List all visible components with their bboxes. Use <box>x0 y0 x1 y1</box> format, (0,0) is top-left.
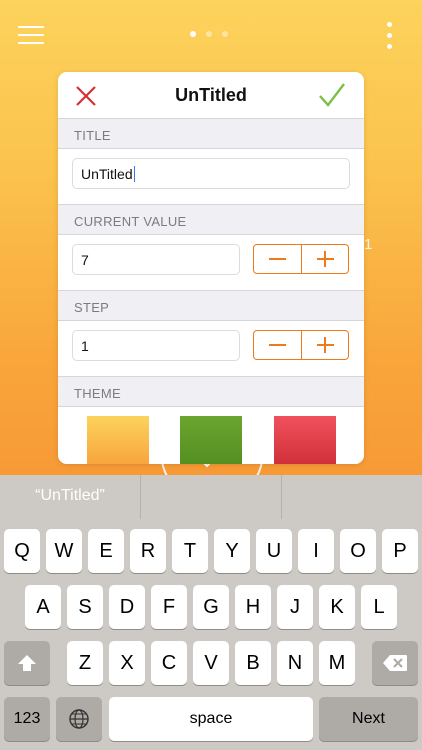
theme-section-label: THEME <box>58 376 364 407</box>
step-section-label: STEP <box>58 290 364 321</box>
suggestion-item[interactable]: “UnTitled” <box>0 487 140 505</box>
globe-icon <box>69 709 89 729</box>
title-input[interactable]: UnTitled <box>72 158 350 189</box>
backspace-key[interactable] <box>372 641 418 685</box>
step-input[interactable]: 1 <box>72 330 240 361</box>
page-dot <box>206 31 212 37</box>
current-value-input[interactable]: 7 <box>72 244 240 275</box>
more-options-icon[interactable] <box>384 22 396 50</box>
step-increment-button[interactable] <box>300 331 349 359</box>
key-p[interactable]: P <box>382 529 418 573</box>
key-q[interactable]: Q <box>4 529 40 573</box>
suggestion-divider <box>140 475 141 519</box>
next-key[interactable]: Next <box>319 697 418 741</box>
title-section-label: TITLE <box>58 118 364 149</box>
key-u[interactable]: U <box>256 529 292 573</box>
key-d[interactable]: D <box>109 585 145 629</box>
page-indicator <box>190 31 228 37</box>
space-key[interactable]: space <box>109 697 313 741</box>
key-j[interactable]: J <box>277 585 313 629</box>
suggestion-divider <box>281 475 282 519</box>
numbers-key[interactable]: 123 <box>4 697 50 741</box>
current-value-row: 7 <box>58 235 364 290</box>
key-a[interactable]: A <box>25 585 61 629</box>
keyboard-suggestion-bar: “UnTitled” <box>0 475 422 519</box>
key-r[interactable]: R <box>130 529 166 573</box>
key-s[interactable]: S <box>67 585 103 629</box>
theme-picker <box>58 407 364 464</box>
page-dot <box>222 31 228 37</box>
key-l[interactable]: L <box>361 585 397 629</box>
background-counter-digit: 1 <box>364 236 373 253</box>
key-x[interactable]: X <box>109 641 145 685</box>
key-g[interactable]: G <box>193 585 229 629</box>
key-m[interactable]: M <box>319 641 355 685</box>
key-c[interactable]: C <box>151 641 187 685</box>
step-decrement-button[interactable] <box>254 331 301 359</box>
backspace-icon <box>383 655 407 671</box>
current-value-section-label: CURRENT VALUE <box>58 204 364 235</box>
text-cursor <box>133 166 135 182</box>
step-input-value: 1 <box>81 338 89 354</box>
step-stepper <box>253 330 349 360</box>
title-input-value: UnTitled <box>81 166 133 182</box>
current-value-decrement-button[interactable] <box>254 245 301 273</box>
keyboard: Q W E R T Y U I O P A S D F G H J K L Z … <box>0 519 422 750</box>
minus-icon <box>269 258 286 260</box>
checkmark-icon[interactable] <box>318 82 346 108</box>
key-e[interactable]: E <box>88 529 124 573</box>
title-row: UnTitled <box>58 149 364 204</box>
key-y[interactable]: Y <box>214 529 250 573</box>
shift-arrow-icon <box>18 655 36 671</box>
dialog-header: UnTitled <box>58 72 364 118</box>
step-row: 1 <box>58 321 364 376</box>
key-f[interactable]: F <box>151 585 187 629</box>
counter-editor-dialog: UnTitled TITLE UnTitled CURRENT VALUE 7 … <box>58 72 364 464</box>
theme-swatch-red[interactable] <box>274 416 336 464</box>
key-z[interactable]: Z <box>67 641 103 685</box>
key-w[interactable]: W <box>46 529 82 573</box>
theme-swatch-yellow[interactable] <box>87 416 149 464</box>
theme-swatch-green[interactable] <box>180 416 242 464</box>
current-value-increment-button[interactable] <box>300 245 349 273</box>
key-t[interactable]: T <box>172 529 208 573</box>
hamburger-menu-icon[interactable] <box>18 26 44 44</box>
key-k[interactable]: K <box>319 585 355 629</box>
key-h[interactable]: H <box>235 585 271 629</box>
current-value-stepper <box>253 244 349 274</box>
page-dot-active <box>190 31 196 37</box>
key-o[interactable]: O <box>340 529 376 573</box>
key-n[interactable]: N <box>277 641 313 685</box>
key-b[interactable]: B <box>235 641 271 685</box>
minus-icon <box>269 344 286 346</box>
shift-key[interactable] <box>4 641 50 685</box>
key-v[interactable]: V <box>193 641 229 685</box>
globe-key[interactable] <box>56 697 102 741</box>
current-value-input-value: 7 <box>81 252 89 268</box>
key-i[interactable]: I <box>298 529 334 573</box>
